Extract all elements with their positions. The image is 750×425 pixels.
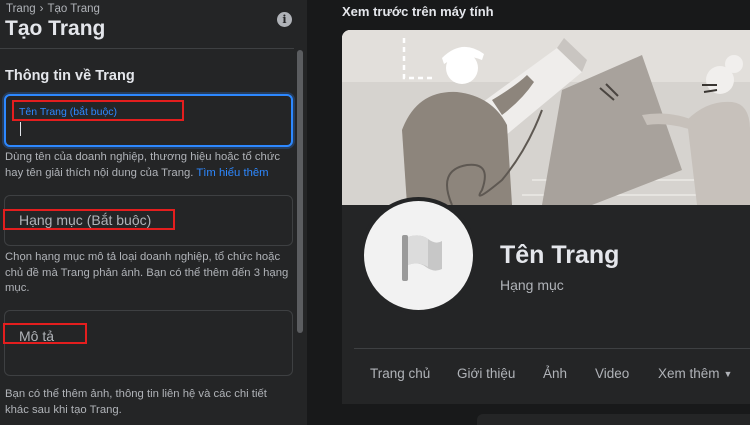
- page-name-help-text: Dùng tên của doanh nghiệp, thương hiệu h…: [5, 150, 293, 181]
- extra-details-help-text: Bạn có thể thêm ảnh, thông tin liên hệ v…: [5, 388, 267, 416]
- preview-tabs: Trang chủ Giới thiệu Ảnh Video Xem thêm ▼: [342, 366, 750, 386]
- section-title-page-info: Thông tin về Trang: [5, 68, 135, 84]
- page-title: Tạo Trang: [5, 17, 106, 40]
- tab-more[interactable]: Xem thêm ▼: [658, 366, 732, 381]
- info-icon[interactable]: i: [277, 12, 292, 27]
- preview-page-name: Tên Trang: [500, 241, 620, 269]
- highlight-box-description: [3, 323, 87, 344]
- tab-photos[interactable]: Ảnh: [543, 366, 567, 381]
- page-preview-card: Tên Trang Hạng mục Trang chủ Giới thiệu …: [342, 30, 750, 425]
- tab-more-label: Xem thêm: [658, 366, 720, 381]
- desktop-preview-title: Xem trước trên máy tính: [342, 4, 494, 19]
- scrollbar-thumb[interactable]: [297, 50, 303, 333]
- highlight-box-page-name: [12, 100, 184, 121]
- category-help-text: Chọn hạng mục mô tả loại doanh nghiệp, t…: [5, 251, 289, 294]
- cover-illustration: [342, 30, 750, 205]
- header-divider: [0, 48, 294, 49]
- breadcrumb-separator: ›: [39, 3, 44, 15]
- breadcrumb-pages-link[interactable]: Trang: [6, 3, 36, 15]
- highlight-box-category: [3, 209, 175, 230]
- tab-home[interactable]: Trang chủ: [370, 366, 430, 381]
- breadcrumb: Trang › Tạo Trang: [6, 3, 100, 15]
- flag-icon: [401, 234, 442, 281]
- profile-picture-placeholder: [360, 197, 477, 314]
- learn-more-link[interactable]: Tìm hiểu thêm: [196, 167, 268, 179]
- dropdown-arrow-icon: ▼: [723, 369, 733, 379]
- preview-page-category: Hạng mục: [500, 277, 564, 293]
- breadcrumb-current: Tạo Trang: [47, 3, 100, 15]
- preview-divider: [354, 348, 750, 349]
- text-caret: [20, 122, 21, 136]
- tab-about[interactable]: Giới thiệu: [457, 366, 515, 381]
- tab-video[interactable]: Video: [595, 366, 629, 381]
- preview-content-card: [477, 414, 750, 425]
